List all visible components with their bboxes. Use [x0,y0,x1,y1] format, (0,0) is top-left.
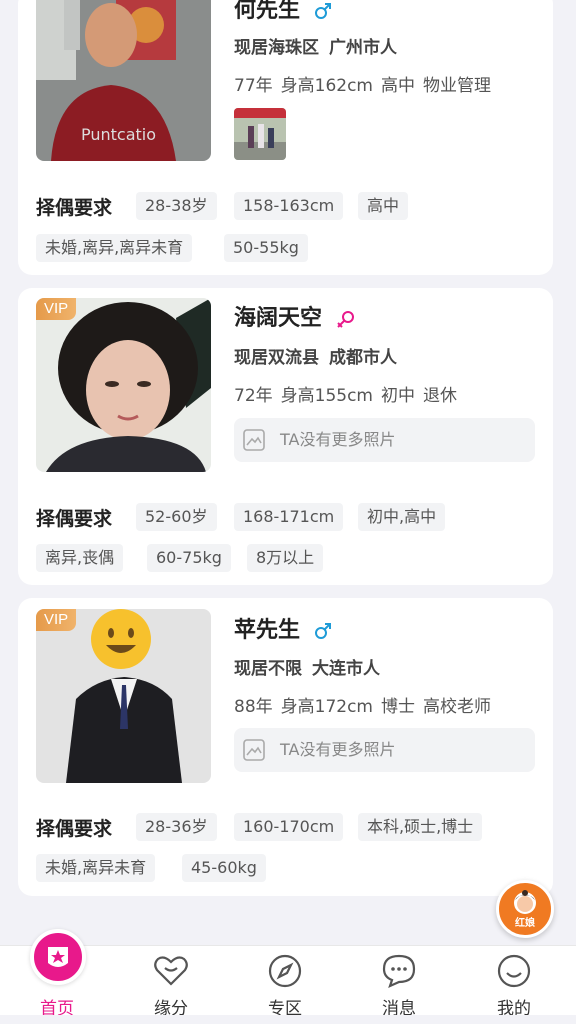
requirement-tag: 160-170cm [234,813,344,841]
requirement-tag: 60-75kg [147,544,231,572]
bottom-tab-bar: 首页 缘分 专区 消息 我的 [0,945,576,1024]
profile-name-text: 苹先生 [234,618,301,643]
basic-info: 72年 身高155cm 初中 退休 [234,381,457,406]
image-placeholder-icon [243,429,265,451]
female-icon [336,311,354,328]
birth-year: 77年 [234,76,273,96]
profile-name-text: 何先生 [234,0,301,23]
requirements-label: 择偶要求 [36,814,113,841]
male-icon [314,3,331,19]
occupation: 退休 [423,386,457,406]
height: 身高162cm [280,76,373,96]
requirement-tag: 168-171cm [234,503,344,531]
home-star-icon [48,947,68,967]
birth-year: 72年 [234,386,273,406]
matchmaker-button[interactable]: 红娘 [496,880,554,938]
requirement-tag: 45-60kg [182,854,266,882]
requirement-tag: 初中,高中 [358,503,446,531]
residence-district: 现居双流县 [234,348,319,368]
residence-info: 现居海珠区 广州市人 [234,33,397,58]
birth-year: 88年 [234,697,273,717]
profile-card[interactable]: VIP 海阔天空 现居双流县 成都市人 72年 身高155cm 初中 退休 TA没有更多… [18,288,553,585]
requirement-tag: 离异,丧偶 [36,544,124,572]
requirement-tag: 本科,硕士,博士 [358,813,483,841]
bottom-safe-area [0,1015,576,1024]
requirement-tag: 50-55kg [224,234,308,262]
tab-zhuanqu[interactable]: 专区 [245,946,325,1024]
hometown: 成都市人 [329,348,397,368]
home-tab-bubble[interactable] [30,929,86,985]
profile-card[interactable]: VIP 苹先生 现居不限 大连市人 88年 身高172cm 博士 高校老师 TA没有更多… [18,598,553,896]
profile-photo[interactable]: VIP [36,609,211,783]
requirement-tag: 28-38岁 [136,192,217,220]
chat-bubble-icon [382,954,416,989]
residence-info: 现居不限 大连市人 [234,654,380,679]
residence-info: 现居双流县 成都市人 [234,343,397,368]
profile-card[interactable]: Puntcatio 何先生 现居海珠区 广州市人 77年 身高162cm 高中 物业管理 [18,0,553,275]
heart-icon [154,956,188,986]
no-more-photos-text: TA没有更多照片 [280,430,396,449]
tab-profile[interactable]: 我的 [474,946,554,1024]
photo-thumbnail[interactable] [234,108,286,160]
tab-yuanfen[interactable]: 缘分 [131,946,211,1024]
education: 高中 [381,76,415,96]
requirement-tag: 未婚,离异,离异未育 [36,234,193,262]
requirement-tag: 158-163cm [234,192,344,220]
no-more-photos-box: TA没有更多照片 [234,728,535,772]
hometown: 大连市人 [312,659,380,679]
basic-info: 77年 身高162cm 高中 物业管理 [234,71,491,96]
vip-badge: VIP [36,298,77,320]
requirement-tag: 28-36岁 [136,813,217,841]
profile-name-text: 海阔天空 [234,306,323,331]
education: 博士 [381,697,415,717]
compass-icon [268,954,302,988]
occupation: 物业管理 [423,76,491,96]
male-icon [314,623,331,639]
profile-name[interactable]: 海阔天空 [234,300,356,332]
residence-district: 现居海珠区 [234,38,319,58]
requirement-tag: 高中 [358,192,409,220]
requirement-tag: 未婚,离异未育 [36,854,156,882]
requirements-label: 择偶要求 [36,504,113,531]
requirements-label: 择偶要求 [36,193,113,220]
hometown: 广州市人 [329,38,397,58]
image-placeholder-icon [243,739,265,761]
occupation: 高校老师 [423,697,491,717]
basic-info: 88年 身高172cm 博士 高校老师 [234,692,491,717]
vip-badge: VIP [36,609,77,631]
tab-messages[interactable]: 消息 [359,946,439,1024]
requirement-tag: 8万以上 [247,544,324,572]
education: 初中 [381,386,415,406]
profile-photo[interactable]: VIP [36,298,211,472]
no-more-photos-text: TA没有更多照片 [280,740,396,759]
profile-name[interactable]: 苹先生 [234,612,332,644]
height: 身高172cm [280,697,373,717]
svg-text:Puntcatio: Puntcatio [81,125,156,144]
no-more-photos-box: TA没有更多照片 [234,418,535,462]
residence-district: 现居不限 [234,659,302,679]
height: 身高155cm [280,386,373,406]
matchmaker-label: 红娘 [515,918,535,929]
requirement-tag: 52-60岁 [136,503,217,531]
smiley-icon [497,954,531,988]
profile-name[interactable]: 何先生 [234,0,332,24]
profile-photo[interactable]: Puntcatio [36,0,211,161]
